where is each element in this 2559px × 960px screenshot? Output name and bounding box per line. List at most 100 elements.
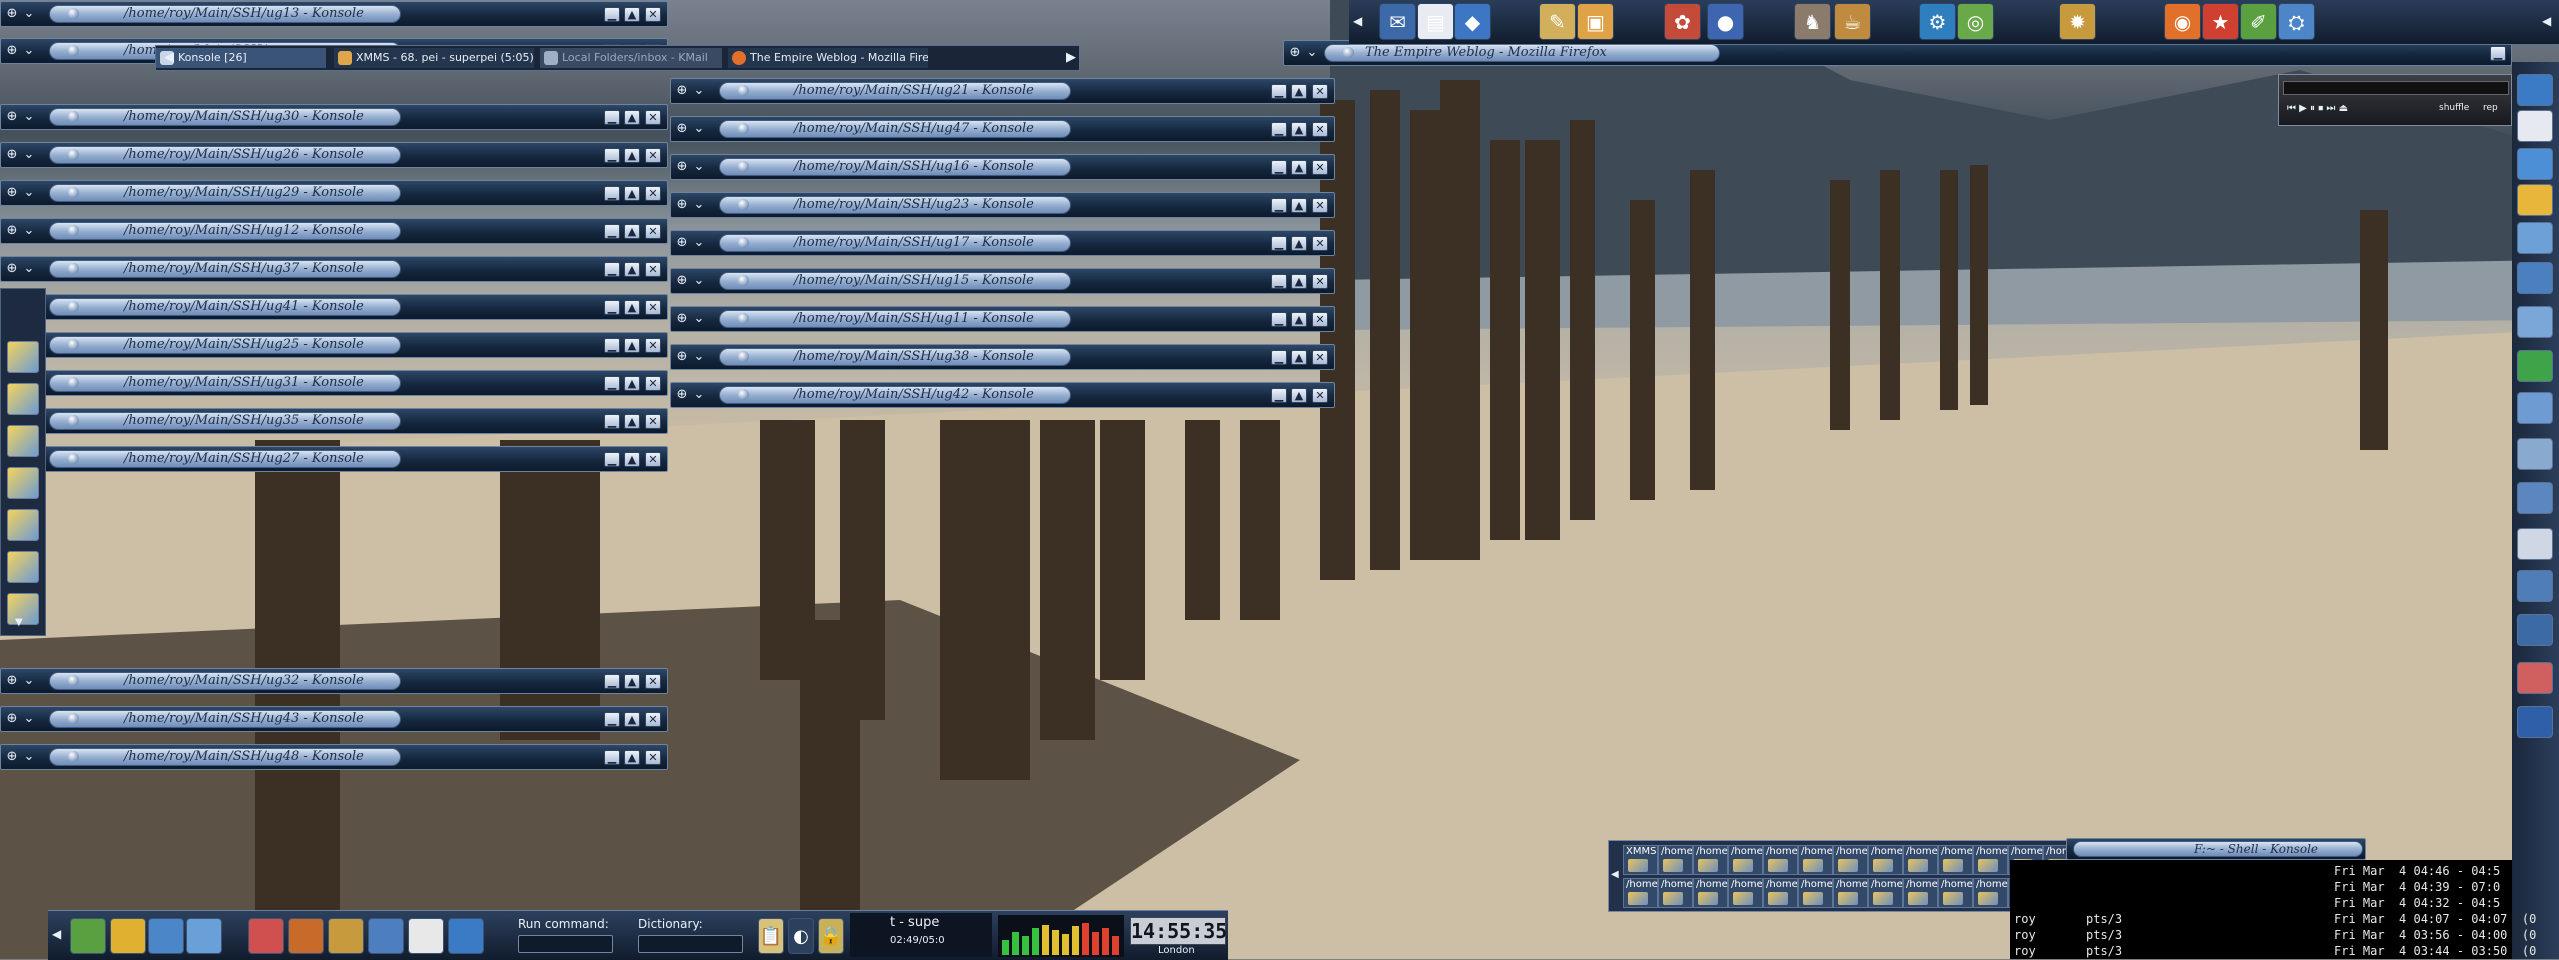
close-button[interactable]: ✕ [1312,84,1328,99]
menu-icon[interactable]: ⊕ [4,147,20,163]
konqueror-icon[interactable] [288,918,324,954]
minimize-button[interactable]: ▁ [1271,122,1287,137]
chevron-down-icon[interactable]: ⌄ [1304,45,1320,61]
maximize-button[interactable]: ▲ [624,224,640,239]
panel-collapse-left[interactable]: ◀ [1353,14,1362,28]
disk-icon[interactable] [2517,148,2553,180]
minimize-button[interactable]: ▁ [1271,388,1287,403]
chevron-down-icon[interactable]: ⌄ [691,235,707,251]
pager-desktop[interactable]: /home/ [1658,878,1693,908]
konsole-titlebar[interactable]: ⊕ ⌄ /home/roy/Main/SSH/ug15 - Konsole ▁ ▲ ✕ [670,268,1335,294]
konsole-titlebar[interactable]: ⊕⌄/home/roy/Main/SSH/ug31 - Konsole▁▲✕ [0,370,668,396]
chevron-down-icon[interactable]: ⌄ [691,83,707,99]
sun-icon[interactable]: ✹ [2059,3,2096,40]
close-button[interactable]: ✕ [645,110,661,125]
minimize-button[interactable]: ▁ [1271,350,1287,365]
close-button[interactable]: ✕ [645,338,661,353]
chevron-down-icon[interactable]: ⌄ [691,387,707,403]
close-button[interactable]: ✕ [645,452,661,467]
close-button[interactable]: ✕ [645,300,661,315]
menu-icon[interactable]: ⊕ [4,43,20,59]
task-kmail[interactable]: Local Folders/inbox - KMail [540,48,722,68]
maximize-button[interactable]: ▲ [1291,84,1307,99]
book-icon[interactable] [2517,482,2553,514]
konsole-titlebar[interactable]: ⊕ ⌄ /home/roy/Main/SSH/ug29 - Konsole ▁ ▲ ✕ [0,180,668,206]
pager-desktop[interactable]: /home/ [1938,878,1973,908]
pager-desktop[interactable]: XMMS [1623,845,1658,875]
pager-scroll-left[interactable]: ◀ [1611,869,1619,880]
close-button[interactable]: ✕ [1312,312,1328,327]
terminal-output[interactable]: Fri Mar 4 04:46 - 04:5 Fri Mar 4 04:39 - … [2010,860,2536,959]
minimize-button[interactable]: ▁ [604,224,620,239]
konsole-titlebar[interactable]: ⊕ ⌄ /home/roy/Main/SSH/ug32 - Konsole ▁ ▲ ✕ [0,668,668,694]
maximize-button[interactable]: ▲ [1291,350,1307,365]
xmms-controls[interactable]: ⏮ ▶ ⏸ ⏹ ⏭ ⏏ [2287,103,2348,114]
monitor-icon[interactable] [2517,262,2553,294]
minimize-button[interactable]: ▁ [1271,274,1287,289]
konsole-titlebar[interactable]: ⊕⌄/home/roy/Main/SSH/ug35 - Konsole▁▲✕ [0,408,668,434]
maximize-button[interactable]: ▲ [624,262,640,277]
maximize-button[interactable]: ▲ [1291,198,1307,213]
minimize-button[interactable]: ▁ [604,300,620,315]
menu-icon[interactable]: ⊕ [674,349,690,365]
konsole-launcher-icon[interactable] [7,425,39,457]
gimp-icon[interactable]: ✿ [1664,3,1701,40]
close-button[interactable]: ✕ [1312,160,1328,175]
menu-icon[interactable]: ⊕ [674,83,690,99]
kmail-icon[interactable]: ✉ [1379,3,1416,40]
maximize-button[interactable]: ▲ [624,7,640,22]
clipboard-icon[interactable]: 📋 [758,918,784,954]
menu-icon[interactable]: ⊕ [4,185,20,201]
clock[interactable]: 14:55:35 [1130,917,1227,945]
minimize-button[interactable]: ▁ [1271,198,1287,213]
minimize-button[interactable]: ▁ [604,186,620,201]
close-button[interactable]: ✕ [645,224,661,239]
star-icon[interactable] [2517,184,2553,216]
konsole-titlebar[interactable]: ⊕ ⌄ /home/roy/Main/SSH/ug43 - Konsole ▁ ▲ ✕ [0,706,668,732]
konsole-launcher-icon[interactable] [7,467,39,499]
minimize-button[interactable]: ▁ [604,338,620,353]
folder-icon[interactable]: ▣ [1577,3,1614,40]
minimize-button[interactable]: ▁ [604,452,620,467]
konsole-titlebar[interactable]: ⊕ ⌄ /home/roy/Main/SSH/ug37 - Konsole ▁ ▲ ✕ [0,256,668,282]
maximize-button[interactable]: ▲ [1291,160,1307,175]
chevron-down-icon[interactable]: ⌄ [691,197,707,213]
konsole-titlebar[interactable]: ⊕⌄/home/roy/Main/SSH/ug41 - Konsole▁▲✕ [0,294,668,320]
task-xmms[interactable]: XMMS - 68. pei - superpei (5:05) [334,48,534,68]
folder-icon[interactable] [2517,438,2553,470]
pager-desktop[interactable]: /home/ [1623,878,1658,908]
minimize-button[interactable]: ▁ [604,414,620,429]
close-button[interactable]: ✕ [645,7,661,22]
minimize-button[interactable]: ▁ [1271,84,1287,99]
chevron-down-icon[interactable]: ⌄ [21,147,37,163]
dictionary-input[interactable] [638,935,743,953]
menu-icon[interactable]: ⊕ [4,109,20,125]
minimize-button[interactable]: ▁ [604,110,620,125]
maximize-button[interactable]: ▲ [1291,388,1307,403]
menu-icon[interactable]: ⊕ [4,6,20,22]
pager-desktop[interactable]: /home/ [1973,878,2008,908]
konsole-titlebar[interactable]: ⊕ ⌄ /home/roy/Main/SSH/ug30 - Konsole ▁ ▲ ✕ [0,104,668,130]
konsole-titlebar[interactable]: ⊕ ⌄ /home/roy/Main/SSH/ug11 - Konsole ▁ ▲ ✕ [670,306,1335,332]
close-button[interactable]: ✕ [645,148,661,163]
maximize-button[interactable]: ▲ [624,712,640,727]
konsole-titlebar[interactable]: ⊕ ⌄ /home/roy/Main/SSH/ug23 - Konsole ▁ ▲ ✕ [670,192,1335,218]
konsole-titlebar[interactable]: ⊕ ⌄ /home/roy/Main/SSH/ug13 - Konsole ▁ ▲ ✕ [0,1,668,27]
pager-desktop[interactable]: /home/ [1868,878,1903,908]
firefox-icon[interactable]: ◉ [2164,3,2201,40]
edit-icon[interactable] [2517,222,2553,254]
maximize-button[interactable]: ▲ [624,148,640,163]
close-button[interactable]: ✕ [645,414,661,429]
window-icon[interactable] [2517,392,2553,424]
chevron-down-icon[interactable]: ⌄ [21,185,37,201]
minimize-button[interactable]: ▁ [604,712,620,727]
panel-collapse-left[interactable]: ◀ [52,927,61,941]
pager-desktop[interactable]: /home/ [1728,845,1763,875]
pager-desktop[interactable]: /home/ [1798,878,1833,908]
maximize-button[interactable]: ▲ [624,452,640,467]
edit-icon[interactable]: ✐ [2240,3,2277,40]
konsole-titlebar[interactable]: ⊕ ⌄ /home/roy/Main/SSH/ug47 - Konsole ▁ ▲ ✕ [670,116,1335,142]
launcher-icon[interactable] [368,918,404,954]
run-command-input[interactable] [518,935,613,953]
konsole-launcher-icon[interactable] [7,593,39,625]
